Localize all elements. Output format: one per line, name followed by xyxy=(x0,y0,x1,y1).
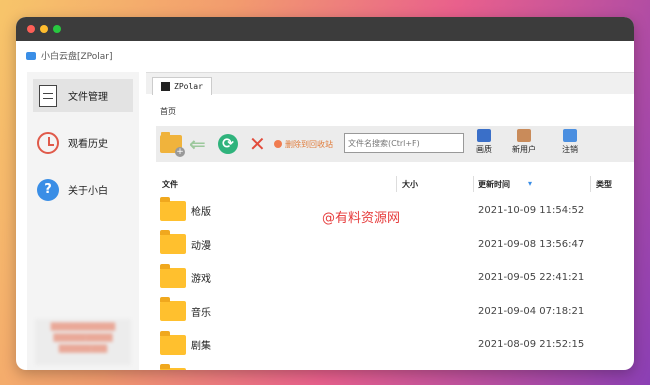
table-row[interactable]: 动漫 2021-09-08 13:56:47 xyxy=(156,228,634,262)
breadcrumb[interactable]: 首页 xyxy=(160,106,176,117)
file-name: 枪版 xyxy=(191,207,211,219)
move-to-recycle-button[interactable]: 删除到回收站 xyxy=(274,133,333,155)
column-type[interactable]: 类型 xyxy=(596,179,612,190)
table-row[interactable]: 游戏 2021-09-05 22:41:21 xyxy=(156,261,634,295)
zpolar-logo-icon xyxy=(161,82,170,91)
sidebar-item-watch-history[interactable]: 观看历史 xyxy=(33,126,133,159)
tab-zpolar[interactable]: ZPolar xyxy=(152,77,212,95)
tab-strip: ZPolar xyxy=(146,72,634,95)
file-name: 游戏 xyxy=(191,274,211,286)
sort-desc-icon: ▾ xyxy=(528,179,533,188)
sidebar-item-label: 文件管理 xyxy=(68,92,108,103)
table-row[interactable] xyxy=(156,362,634,370)
refresh-icon: ⟳ xyxy=(218,134,238,154)
app-title-bar: 小白云盘[ZPolar] xyxy=(16,41,634,70)
film-icon xyxy=(477,129,491,142)
table-row[interactable]: 音乐 2021-09-04 07:18:21 xyxy=(156,295,634,329)
recycle-label: 删除到回收站 xyxy=(285,139,333,149)
file-modified: 2021-08-09 21:52:15 xyxy=(478,339,585,351)
column-size[interactable]: 大小 xyxy=(402,179,418,190)
file-modified: 2021-10-09 11:54:52 xyxy=(478,205,585,217)
folder-icon xyxy=(160,230,186,255)
tab-label: ZPolar xyxy=(174,82,203,91)
quality-label: 画质 xyxy=(476,145,492,154)
history-clock-icon xyxy=(37,131,59,154)
blurred-notice: ▒▒▒▒▒▒▒▒▒▒▒▒ ▒▒▒▒▒▒▒▒▒▒▒ ▒▒▒▒▒▒▒▒▒ xyxy=(35,319,131,365)
maximize-window-button[interactable] xyxy=(53,25,61,33)
folder-icon xyxy=(160,364,186,370)
cloud-app-icon xyxy=(26,51,36,60)
sidebar-item-label: 观看历史 xyxy=(68,139,108,150)
sidebar-item-about[interactable]: ? 关于小白 xyxy=(33,173,133,206)
table-row[interactable]: 剧集 2021-08-09 21:52:15 xyxy=(156,328,634,362)
back-button[interactable]: ⇐ xyxy=(189,133,206,155)
file-modified: 2021-09-04 07:18:21 xyxy=(478,305,585,317)
recycle-icon xyxy=(274,140,282,148)
logout-label: 注销 xyxy=(562,145,578,154)
file-name: 剧集 xyxy=(191,341,211,353)
folder-icon xyxy=(160,196,186,221)
new-folder-button[interactable] xyxy=(160,132,185,157)
close-window-button[interactable] xyxy=(27,25,35,33)
document-icon xyxy=(39,84,57,107)
title-bar xyxy=(16,17,634,41)
logout-icon xyxy=(563,129,577,142)
folder-icon xyxy=(160,330,186,355)
app-window: 小白云盘[ZPolar] 文件管理 观看历史 ? 关于小白 ▒▒▒▒▒▒▒▒▒▒… xyxy=(16,17,634,370)
sidebar-item-label: 关于小白 xyxy=(68,186,108,197)
delete-button[interactable]: ✕ xyxy=(249,133,266,155)
column-modified[interactable]: 更新时间 xyxy=(478,179,510,190)
main-panel: ZPolar 首页 ⇐ ⟳ ✕ 删除到回收站 xyxy=(146,72,634,370)
new-user-label: 新用户 xyxy=(512,145,536,154)
file-name: 音乐 xyxy=(191,307,211,319)
file-modified: 2021-09-05 22:41:21 xyxy=(478,272,585,284)
arrow-left-icon: ⇐ xyxy=(189,132,206,156)
user-icon xyxy=(517,129,531,142)
search-input[interactable] xyxy=(344,133,464,153)
logout-button[interactable]: 注销 xyxy=(562,129,578,155)
column-file[interactable]: 文件 xyxy=(162,179,178,190)
new-user-button[interactable]: 新用户 xyxy=(512,129,536,155)
folder-icon xyxy=(160,297,186,322)
close-x-icon: ✕ xyxy=(249,132,266,156)
quality-button[interactable]: 画质 xyxy=(476,129,492,155)
sidebar-item-file-manager[interactable]: 文件管理 xyxy=(33,79,133,112)
file-modified: 2021-09-08 13:56:47 xyxy=(478,238,585,250)
folder-add-icon xyxy=(160,132,185,157)
folder-icon xyxy=(160,263,186,288)
app-title: 小白云盘[ZPolar] xyxy=(41,52,113,62)
refresh-button[interactable]: ⟳ xyxy=(218,133,238,155)
column-header: 文件 大小 更新时间 ▾ 类型 xyxy=(156,176,634,192)
minimize-window-button[interactable] xyxy=(40,25,48,33)
toolbar: ⇐ ⟳ ✕ 删除到回收站 画质 新用户 xyxy=(156,126,634,162)
watermark: @有料资源网 xyxy=(322,211,401,226)
file-name: 动漫 xyxy=(191,240,211,252)
help-icon: ? xyxy=(37,178,59,201)
sidebar: 文件管理 观看历史 ? 关于小白 ▒▒▒▒▒▒▒▒▒▒▒▒ ▒▒▒▒▒▒▒▒▒▒▒… xyxy=(27,72,139,370)
